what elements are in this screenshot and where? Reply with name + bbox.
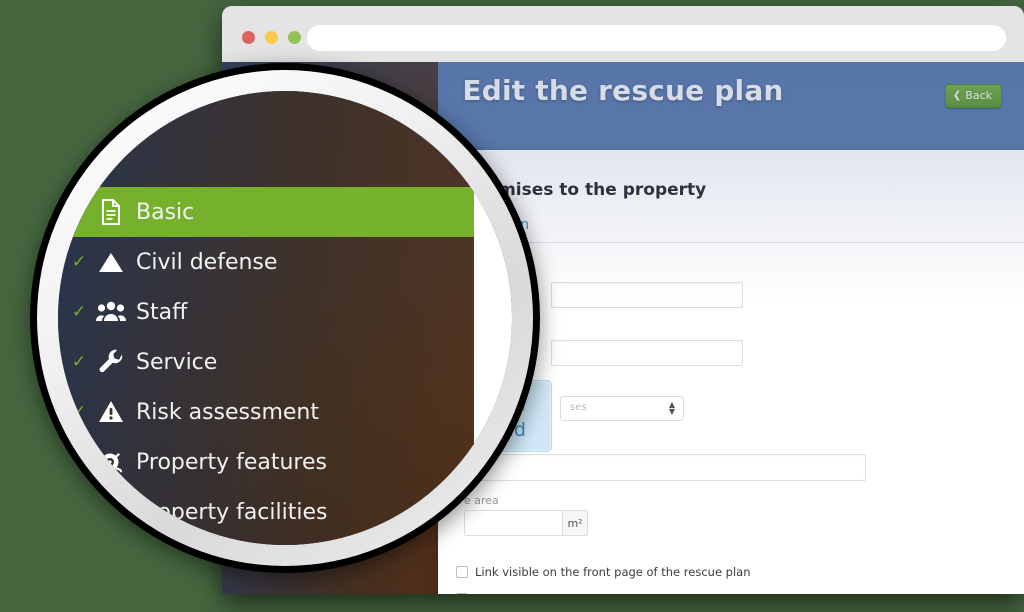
check-icon: ✓ [71,202,87,222]
checkbox-icon[interactable] [456,593,468,594]
sidebar-item-label: Basic [136,199,195,225]
document-icon [92,199,130,225]
sidebar-item-label: Service [136,349,218,375]
sidebar-item-label: Risk assessment [136,399,319,425]
maximize-window-icon[interactable] [288,31,301,44]
text-input-2[interactable] [551,340,743,366]
back-button-label: Back [965,89,992,102]
sidebar-item-risk-assessment[interactable]: ✓ Risk assessment [58,387,474,437]
magnified-content-card: premises to the property ormation ⌄ Real… [474,97,512,545]
users-icon [92,301,130,323]
sidebar-item-staff[interactable]: ✓ Staff [58,287,474,337]
building-icon [92,499,130,525]
sidebar-item-label: Property facilities [136,499,328,525]
address-bar[interactable] [307,25,1006,51]
checkbox-label-1: Link visible on the front page of the re… [475,565,751,579]
sidebar-item-property-facilities[interactable]: ✓ Property facilities › [58,487,474,537]
check-icon: ✓ [71,302,87,322]
sidebar-item-civil-defense[interactable]: ✓ Civil defense [58,237,474,287]
close-window-icon[interactable] [242,31,255,44]
wrench-icon [92,349,130,375]
magnified-sidebar-nav: ✓ Basic ✓ Civil defense ✓ Staff ✓ Servic… [58,187,474,545]
magnified-scene: premises to the property ormation ⌄ Real… [58,91,512,545]
accordion-header[interactable]: ormation ⌄ [466,214,1024,243]
arrow-left-icon: ❮ [952,89,962,101]
checkbox-row-2[interactable] [456,593,475,594]
sidebar-item-basic[interactable]: ✓ Basic [58,187,474,237]
unit-suffix: m² [562,510,588,536]
checkbox-row-1[interactable]: Link visible on the front page of the re… [456,565,751,579]
check-icon: ✓ [71,402,87,422]
magnified-accordion-header[interactable]: ormation ⌄ [510,215,512,254]
traffic-lights [242,31,301,44]
sidebar-item-label: Civil defense [136,249,278,275]
triangle-icon [92,251,130,273]
browser-chrome [222,6,1024,62]
minimize-window-icon[interactable] [265,31,278,44]
check-icon: ✓ [71,252,87,272]
magnified-accordion-label: ormation [510,215,512,239]
check-icon: ✓ [71,502,87,522]
check-icon: ✓ [71,452,87,472]
checkbox-icon[interactable] [456,566,468,578]
magnifier-glass: premises to the property ormation ⌄ Real… [58,91,512,545]
chevron-right-icon[interactable]: › [443,500,452,525]
alarm-bell-icon [92,449,130,475]
select-dropdown[interactable]: ses ▲ ▼ [560,396,684,421]
back-button[interactable]: ❮ Back [944,84,1002,108]
sidebar-item-label: Staff [136,299,188,325]
magnifier-lens: premises to the property ormation ⌄ Real… [30,63,540,573]
up-down-arrows-icon[interactable]: ▲ ▼ [669,401,675,416]
check-icon: ✓ [71,352,87,372]
sidebar-item-property-features[interactable]: ✓ Property features [58,437,474,487]
select-value: ses [570,402,587,413]
warning-icon [92,400,130,424]
text-input-1[interactable] [551,282,743,308]
screenshot-stage: Edit the rescue plan ❮ Back premises to … [0,0,1024,612]
sidebar-item-label: Property features [136,449,327,475]
text-input-wide[interactable] [464,454,866,481]
magnified-form-title: premises to the property [510,149,512,178]
sidebar-item-personalization[interactable]: ✓ Personalization [58,537,474,545]
sidebar-item-service[interactable]: ✓ Service [58,337,474,387]
